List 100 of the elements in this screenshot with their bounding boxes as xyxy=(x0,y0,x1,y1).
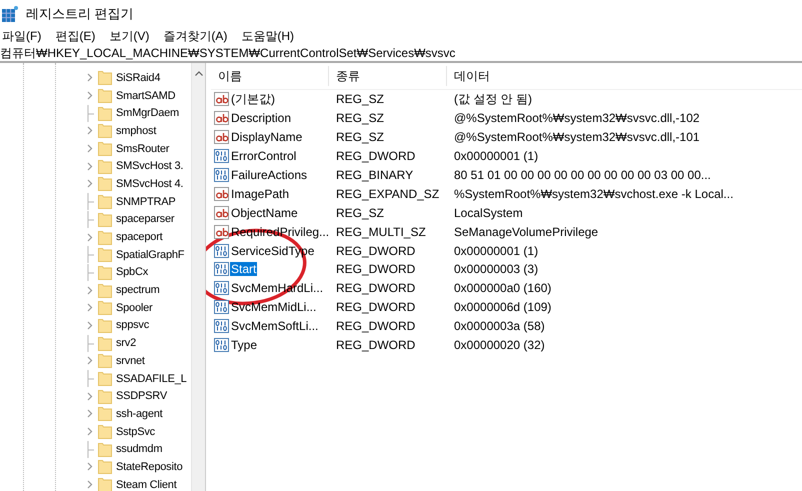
value-name[interactable]: FailureActions xyxy=(230,168,308,182)
value-data: 0x00000001 (1) xyxy=(453,149,540,164)
expand-chevron-icon[interactable] xyxy=(87,91,93,100)
tree-item[interactable]: ssh-agent xyxy=(116,408,163,420)
binary-value-icon xyxy=(214,319,229,334)
string-value-icon xyxy=(214,186,229,201)
expand-chevron-icon[interactable] xyxy=(87,73,93,82)
expand-chevron-icon[interactable] xyxy=(87,480,93,490)
value-data: %SystemRoot%₩system32₩svchost.exe -k Local... xyxy=(453,186,734,201)
tree-item[interactable]: smphost xyxy=(116,124,156,137)
column-header[interactable]: 데이터 xyxy=(447,66,802,86)
expand-chevron-icon[interactable] xyxy=(87,162,93,171)
folder-icon xyxy=(98,388,112,404)
address-bar[interactable]: 컴퓨터₩HKEY_LOCAL_MACHINE₩SYSTEM₩CurrentControlSet₩Services₩svsvc xyxy=(0,46,802,63)
tree-item[interactable]: Spooler xyxy=(116,302,153,314)
menu-item[interactable]: 편집(E) xyxy=(55,28,96,44)
tree-item[interactable]: SiSRaid4 xyxy=(116,72,160,84)
value-data: 0x00000020 (32) xyxy=(453,338,546,352)
string-value-icon xyxy=(214,92,229,106)
binary-value-icon xyxy=(214,149,229,164)
expand-chevron-icon[interactable] xyxy=(87,356,93,366)
tree-item[interactable]: SSDPSRV xyxy=(116,390,167,402)
tree-item[interactable]: srv2 xyxy=(116,337,136,350)
folder-icon xyxy=(98,176,112,192)
value-type: REG_BINARY xyxy=(335,168,414,182)
binary-value-icon xyxy=(214,262,229,276)
value-type: REG_DWORD xyxy=(335,338,416,352)
tree-item[interactable]: spaceparser xyxy=(116,213,174,226)
value-data: 0x00000003 (3) xyxy=(453,262,540,276)
scroll-up-icon[interactable] xyxy=(194,71,202,76)
folder-icon xyxy=(98,459,112,474)
value-type: REG_DWORD xyxy=(335,281,416,296)
folder-icon xyxy=(98,194,112,210)
expand-chevron-icon[interactable] xyxy=(87,392,93,401)
string-value-icon xyxy=(214,224,229,239)
expand-chevron-icon[interactable] xyxy=(87,462,93,472)
tree-item[interactable]: StateReposito xyxy=(116,460,182,473)
value-name[interactable]: ObjectName xyxy=(230,206,299,220)
folder-icon xyxy=(98,442,112,457)
value-data: @%SystemRoot%₩system32₩svsvc.dll,-102 xyxy=(453,111,701,126)
value-data: @%SystemRoot%₩system32₩svsvc.dll,-101 xyxy=(453,130,701,144)
column-header[interactable]: 이름 xyxy=(211,66,329,86)
tree-item[interactable]: ssudmdm xyxy=(116,443,162,456)
expand-chevron-icon[interactable] xyxy=(87,179,93,188)
expand-chevron-icon[interactable] xyxy=(87,126,93,136)
value-name[interactable]: ErrorControl xyxy=(230,149,298,164)
expand-chevron-icon[interactable] xyxy=(87,409,93,418)
tree-item[interactable]: SpbCx xyxy=(116,266,148,278)
value-data: LocalSystem xyxy=(453,206,524,220)
tree-item[interactable]: spectrum xyxy=(116,284,160,296)
tree-item[interactable]: SNMPTRAP xyxy=(116,196,176,208)
value-name[interactable]: (기본값) xyxy=(230,90,276,108)
binary-value-icon xyxy=(214,338,229,352)
tree-item[interactable]: SMSvcHost 3. xyxy=(116,160,184,172)
binary-value-icon xyxy=(214,168,229,182)
value-name[interactable]: Description xyxy=(230,111,292,126)
value-name[interactable]: Type xyxy=(230,338,258,352)
folder-icon xyxy=(98,106,112,121)
value-name[interactable]: Start xyxy=(230,262,258,276)
value-type: REG_DWORD xyxy=(335,149,416,164)
expand-chevron-icon[interactable] xyxy=(87,303,93,312)
menu-item[interactable]: 도움말(H) xyxy=(241,28,294,44)
tree-item[interactable]: SSADAFILE_L xyxy=(116,372,187,385)
value-data: 0x0000003a (58) xyxy=(453,319,546,334)
string-value-icon xyxy=(214,206,229,220)
expand-chevron-icon[interactable] xyxy=(87,427,93,436)
value-type: REG_SZ xyxy=(335,206,386,220)
value-name[interactable]: SvcMemMidLi... xyxy=(230,300,318,314)
tree-item[interactable]: SMSvcHost 4. xyxy=(116,178,184,190)
registry-editor-icon xyxy=(2,6,18,22)
value-type: REG_DWORD xyxy=(335,319,416,334)
tree-item[interactable]: sppsvc xyxy=(116,319,150,332)
folder-icon xyxy=(98,406,112,422)
expand-chevron-icon[interactable] xyxy=(87,320,93,330)
folder-icon xyxy=(98,212,112,227)
menu-item[interactable]: 보기(V) xyxy=(109,28,150,44)
value-name[interactable]: SvcMemSoftLi... xyxy=(230,319,320,334)
tree-item[interactable]: SstpSvc xyxy=(116,426,155,438)
expand-chevron-icon[interactable] xyxy=(87,232,93,242)
folder-icon xyxy=(98,477,112,491)
tree-item[interactable]: SmsRouter xyxy=(116,142,170,155)
scrollbar[interactable] xyxy=(191,63,205,491)
value-name[interactable]: ImagePath xyxy=(230,186,290,201)
tree-item[interactable]: SpatialGraphF xyxy=(116,248,184,261)
menu-item[interactable]: 파일(F) xyxy=(2,28,42,44)
expand-chevron-icon[interactable] xyxy=(87,286,93,295)
binary-value-icon xyxy=(214,300,229,314)
tree-item[interactable]: Steam Client xyxy=(116,478,177,491)
tree-item[interactable]: SmMgrDaem xyxy=(116,107,179,120)
column-header[interactable]: 종류 xyxy=(329,66,447,86)
expand-chevron-icon[interactable] xyxy=(87,144,93,154)
value-type: REG_EXPAND_SZ xyxy=(335,186,440,201)
value-name[interactable]: DisplayName xyxy=(230,130,304,144)
tree-item[interactable]: spaceport xyxy=(116,231,163,244)
folder-icon xyxy=(98,371,112,386)
tree-item[interactable]: SmartSAMD xyxy=(116,90,176,102)
value-data: 0x0000006d (109) xyxy=(453,300,552,314)
tree-item[interactable]: srvnet xyxy=(116,354,145,367)
menu-item[interactable]: 즐겨찾기(A) xyxy=(163,28,228,44)
binary-value-icon xyxy=(214,281,229,296)
